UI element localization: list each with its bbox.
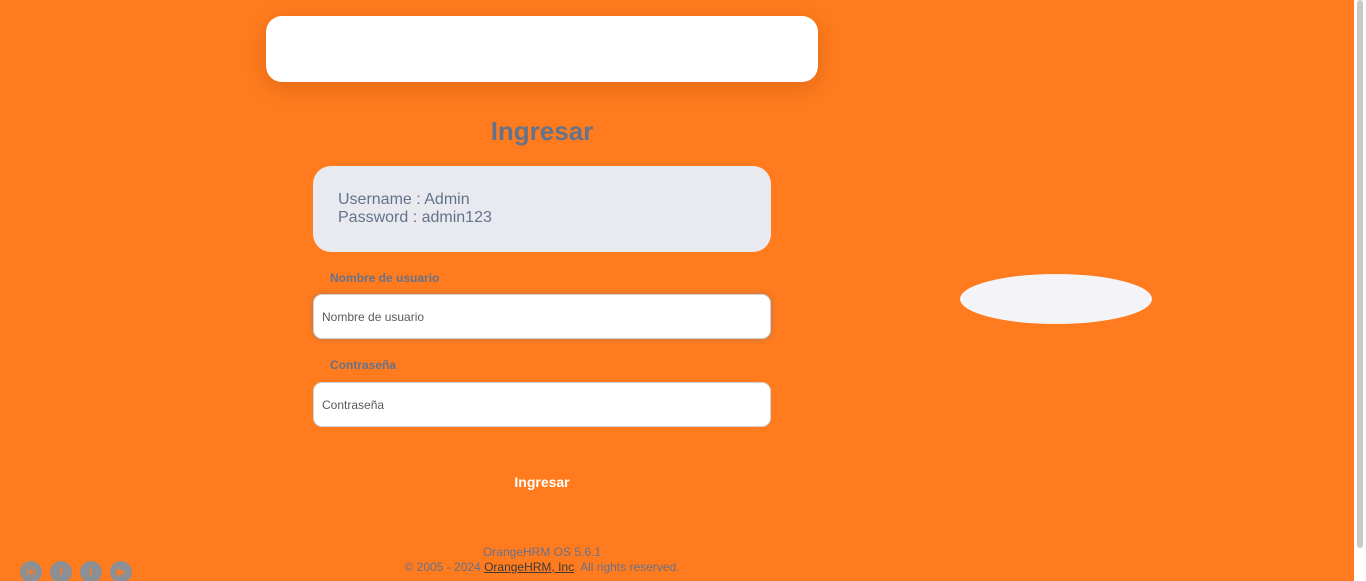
username-label: Nombre de usuario	[330, 271, 440, 285]
youtube-icon[interactable]: ▶	[110, 561, 132, 581]
login-button[interactable]: Ingresar	[313, 466, 771, 498]
copyright-text: © 2005 - 2024 OrangeHRM, Inc. All rights…	[313, 560, 771, 575]
password-input[interactable]	[313, 382, 771, 427]
login-page: Ingresar Username : Admin Password : adm…	[0, 0, 1366, 581]
logo-banner	[266, 16, 818, 82]
facebook-icon[interactable]: f	[50, 561, 72, 581]
login-title: Ingresar	[490, 116, 594, 146]
company-link[interactable]: OrangeHRM, Inc	[484, 560, 574, 574]
copyright-prefix: © 2005 - 2024	[404, 560, 485, 574]
vertical-scrollbar[interactable]	[1354, 0, 1366, 581]
social-links: in f t ▶	[20, 561, 132, 581]
linkedin-icon[interactable]: in	[20, 561, 42, 581]
copyright-suffix: . All rights reserved.	[574, 560, 680, 574]
username-input[interactable]	[313, 294, 771, 339]
version-text: OrangeHRM OS 5.6.1	[482, 545, 602, 559]
twitter-icon[interactable]: t	[80, 561, 102, 581]
footer: OrangeHRM OS 5.6.1 © 2005 - 2024 OrangeH…	[313, 545, 771, 575]
demo-credentials-box: Username : Admin Password : admin123	[313, 166, 771, 252]
scrollbar-thumb[interactable]	[1357, 0, 1363, 548]
password-label: Contraseña	[330, 358, 397, 372]
demo-password-text: Password : admin123	[338, 209, 492, 226]
decorative-ellipse	[960, 274, 1152, 324]
demo-username-text: Username : Admin	[338, 191, 470, 208]
